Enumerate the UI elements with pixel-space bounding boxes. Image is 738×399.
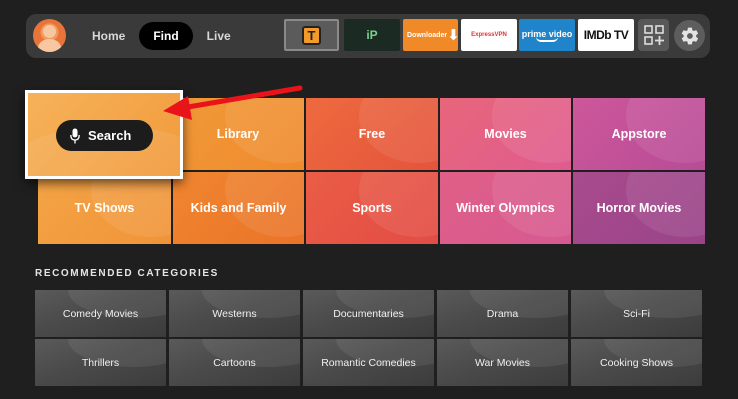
rec-cartoons[interactable]: Cartoons xyxy=(169,339,300,386)
rec-label: Comedy Movies xyxy=(62,307,139,320)
avatar-head xyxy=(43,25,56,38)
category-label: Sports xyxy=(352,201,392,215)
category-label: Movies xyxy=(484,127,527,141)
imdbtv-label: IMDb TV xyxy=(583,28,629,42)
profile-avatar[interactable] xyxy=(33,19,66,52)
rec-label: Sci-Fi xyxy=(623,307,650,320)
avatar-body xyxy=(38,39,61,52)
category-sports[interactable]: Sports xyxy=(306,172,438,244)
search-label: Search xyxy=(88,128,132,143)
app-tile-ip[interactable]: iP xyxy=(344,19,400,51)
nav-live[interactable]: Live xyxy=(193,22,245,50)
category-label: TV Shows xyxy=(74,201,135,215)
category-appstore[interactable]: Appstore xyxy=(573,98,705,170)
top-navigation-bar: Home Find Live T iP Downloader ⬇ Express… xyxy=(26,14,710,58)
category-free[interactable]: Free xyxy=(306,98,438,170)
rec-label: Cooking Shows xyxy=(600,356,673,369)
app-tile-downloader[interactable]: Downloader ⬇ xyxy=(403,19,458,51)
recommended-categories-title: RECOMMENDED CATEGORIES xyxy=(35,268,219,279)
downloader-label: Downloader xyxy=(407,31,448,39)
category-label: Free xyxy=(358,127,386,141)
app-tile-imdbtv[interactable]: IMDb TV xyxy=(578,19,634,51)
category-kids-and-family[interactable]: Kids and Family xyxy=(173,172,304,244)
nav-find[interactable]: Find xyxy=(139,22,193,50)
rec-comedy-movies[interactable]: Comedy Movies xyxy=(35,290,166,337)
rec-cooking-shows[interactable]: Cooking Shows xyxy=(571,339,702,386)
category-label: Appstore xyxy=(611,127,667,141)
app-tile-expressvpn[interactable]: ExpressVPN xyxy=(461,19,517,51)
gear-icon xyxy=(681,27,698,44)
category-winter-olympics[interactable]: Winter Olympics xyxy=(440,172,571,244)
category-label: Library xyxy=(216,127,260,141)
rec-romantic-comedies[interactable]: Romantic Comedies xyxy=(303,339,434,386)
app-tile-primevideo[interactable]: prime video xyxy=(519,19,575,51)
app-grid-icon xyxy=(643,25,664,45)
rec-label: Cartoons xyxy=(213,356,256,369)
all-apps-button[interactable] xyxy=(638,19,669,51)
rec-drama[interactable]: Drama xyxy=(437,290,568,337)
category-tv-shows[interactable]: TV Shows xyxy=(38,172,171,244)
rec-thrillers[interactable]: Thrillers xyxy=(35,339,166,386)
search-button[interactable]: Search xyxy=(56,120,153,151)
rec-documentaries[interactable]: Documentaries xyxy=(303,290,434,337)
download-arrow-icon: ⬇ xyxy=(447,27,458,44)
category-label: Winter Olympics xyxy=(456,201,555,215)
rec-label: Romantic Comedies xyxy=(321,356,416,369)
expressvpn-label: ExpressVPN xyxy=(471,32,507,38)
category-library[interactable]: Library xyxy=(172,98,304,170)
search-tile[interactable]: Search xyxy=(25,90,183,179)
app-tile-t[interactable]: T xyxy=(284,19,339,51)
microphone-icon xyxy=(70,128,80,143)
rec-sci-fi[interactable]: Sci-Fi xyxy=(571,290,702,337)
category-movies[interactable]: Movies xyxy=(440,98,571,170)
category-horror-movies[interactable]: Horror Movies xyxy=(573,172,705,244)
rec-label: Drama xyxy=(486,307,519,320)
settings-button[interactable] xyxy=(674,20,705,51)
app-ip-logo: iP xyxy=(366,28,378,42)
rec-westerns[interactable]: Westerns xyxy=(169,290,300,337)
rec-war-movies[interactable]: War Movies xyxy=(437,339,568,386)
rec-label: Documentaries xyxy=(333,307,404,320)
prime-smile-icon xyxy=(536,37,558,42)
nav-home[interactable]: Home xyxy=(78,22,139,50)
category-label: Kids and Family xyxy=(190,201,287,215)
rec-label: Westerns xyxy=(212,307,257,320)
rec-label: Thrillers xyxy=(81,356,120,369)
rec-label: War Movies xyxy=(474,356,531,369)
main-nav: Home Find Live xyxy=(78,21,245,51)
app-t-logo: T xyxy=(302,25,321,45)
category-label: Horror Movies xyxy=(596,201,682,215)
